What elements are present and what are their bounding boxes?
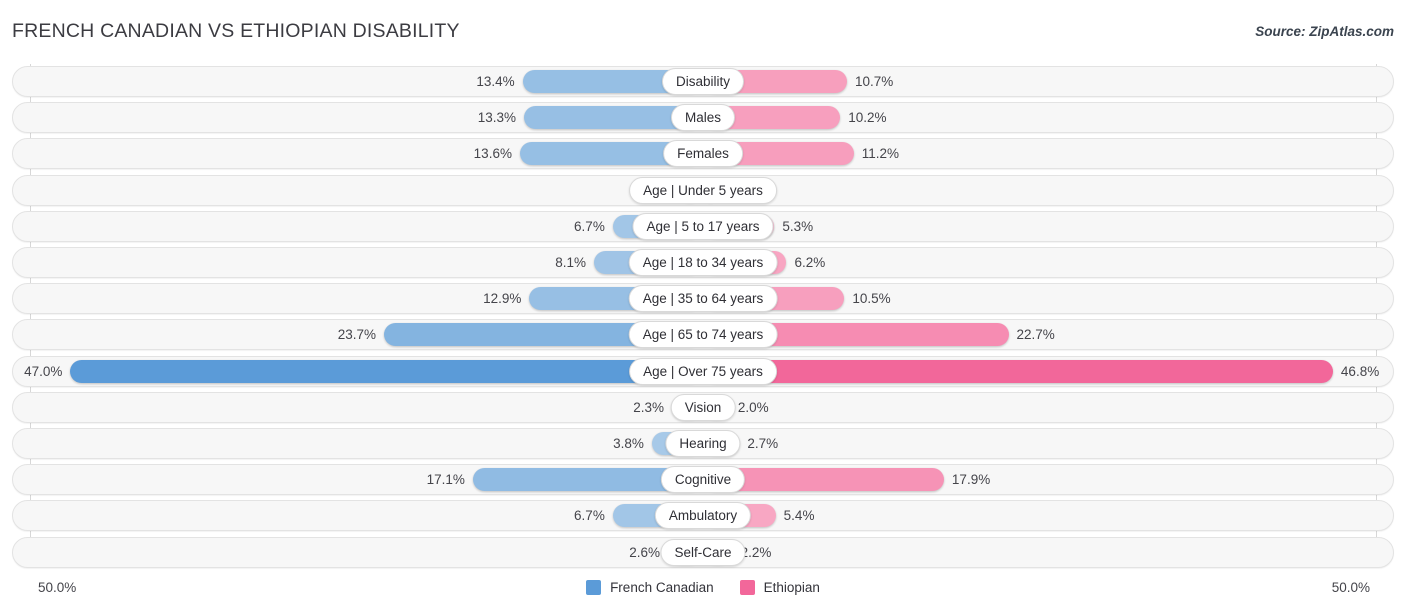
value-label-ethiopian: 17.9% [951,472,991,488]
row-label-pill: Age | 65 to 74 years [628,321,778,349]
legend-item[interactable]: Ethiopian [739,580,820,595]
value-label-french-canadian: 3.8% [613,436,644,451]
row-label-pill: Age | 35 to 64 years [628,285,778,313]
chart-row: 47.0% 46.8% Age | Over 75 years [12,355,1394,387]
chart-row: 13.4% 10.7% Disability [12,66,1394,97]
row-label-pill: Females [663,140,743,168]
legend-item[interactable]: French Canadian [586,580,714,595]
chart-footer: 50.0% 50.0% French Canadian Ethiopian [0,572,1406,612]
chart-row: 17.1% 17.9% Cognitive [12,464,1394,496]
value-label-ethiopian: 2.0% [737,399,769,415]
row-label-pill: Vision [670,393,736,421]
bar-french-canadian [70,359,703,383]
value-label-french-canadian: 13.3% [477,110,516,126]
value-label-ethiopian: 5.3% [782,218,814,234]
chart-row: 1.9%1.1%Age | Under 5 years [12,174,1394,206]
value-label-french-canadian: 6.7% [574,508,605,524]
value-label-ethiopian: 10.5% [852,291,891,307]
chart-row: 8.1% 6.2% Age | 18 to 34 years [12,247,1394,278]
chart-row: 12.9% 10.5% Age | 35 to 64 years [12,283,1394,315]
row-label-pill: Self-Care [660,538,746,566]
legend-label: French Canadian [610,580,714,595]
value-label-ethiopian: 10.7% [855,74,894,89]
value-label-french-canadian: 12.9% [483,291,522,307]
legend-swatch-icon [739,580,755,595]
row-label-pill: Age | Over 75 years [629,357,777,385]
value-label-ethiopian: 10.2% [848,110,887,126]
value-label-ethiopian: 5.4% [783,508,815,524]
row-label-pill: Disability [661,68,745,95]
chart-row: 3.8% 2.7% Hearing [12,428,1394,459]
value-label-ethiopian: 2.7% [747,436,779,451]
value-label-french-canadian: 13.6% [473,146,512,162]
chart-row: 6.7% 5.4% Ambulatory [12,500,1394,532]
value-label-ethiopian: 22.7% [1016,327,1055,343]
row-label-pill: Age | Under 5 years [629,176,777,204]
chart-row: 2.6% 2.2% Self-Care [12,536,1394,568]
value-label-french-canadian: 2.3% [633,399,665,415]
chart-row: 6.7% 5.3% Age | 5 to 17 years [12,210,1394,242]
chart-header: FRENCH CANADIAN VS ETHIOPIAN DISABILITY … [0,0,1406,62]
legend-swatch-icon [586,580,602,595]
row-label-pill: Ambulatory [654,502,752,530]
bar-ethiopian [703,359,1333,383]
value-label-french-canadian: 17.1% [426,472,465,488]
value-label-ethiopian: 2.2% [740,544,772,560]
page-title: FRENCH CANADIAN VS ETHIOPIAN DISABILITY [12,20,460,42]
value-label-french-canadian: 47.0% [24,363,63,379]
diverging-bar-chart: 13.4% 10.7% Disability 13.3% 10.2% Males 13.6%… [0,62,1406,572]
row-label-pill: Males [670,104,736,132]
value-label-french-canadian: 2.6% [629,544,661,560]
legend-label: Ethiopian [763,580,820,595]
row-label-pill: Age | 18 to 34 years [628,249,778,276]
value-label-french-canadian: 6.7% [574,218,605,234]
chart-row: 13.6% 11.2% Females [12,138,1394,170]
chart-row: 13.3% 10.2% Males [12,102,1394,134]
row-label-pill: Cognitive [660,466,746,494]
chart-page: FRENCH CANADIAN VS ETHIOPIAN DISABILITY … [0,0,1406,612]
value-label-french-canadian: 13.4% [476,74,515,89]
row-label-pill: Hearing [665,430,741,457]
row-label-pill: Age | 5 to 17 years [632,212,774,240]
source-attribution: Source: ZipAtlas.com [1255,24,1394,39]
value-label-ethiopian: 46.8% [1340,363,1380,379]
value-label-french-canadian: 8.1% [555,255,586,270]
value-label-french-canadian: 23.7% [337,327,376,343]
value-label-ethiopian: 11.2% [861,146,900,162]
chart-row: 23.7% 22.7% Age | 65 to 74 years [12,319,1394,351]
chart-legend: French Canadian Ethiopian [0,580,1406,595]
chart-row: 2.3% 2.0% Vision [12,391,1394,423]
value-label-ethiopian: 6.2% [794,255,826,270]
